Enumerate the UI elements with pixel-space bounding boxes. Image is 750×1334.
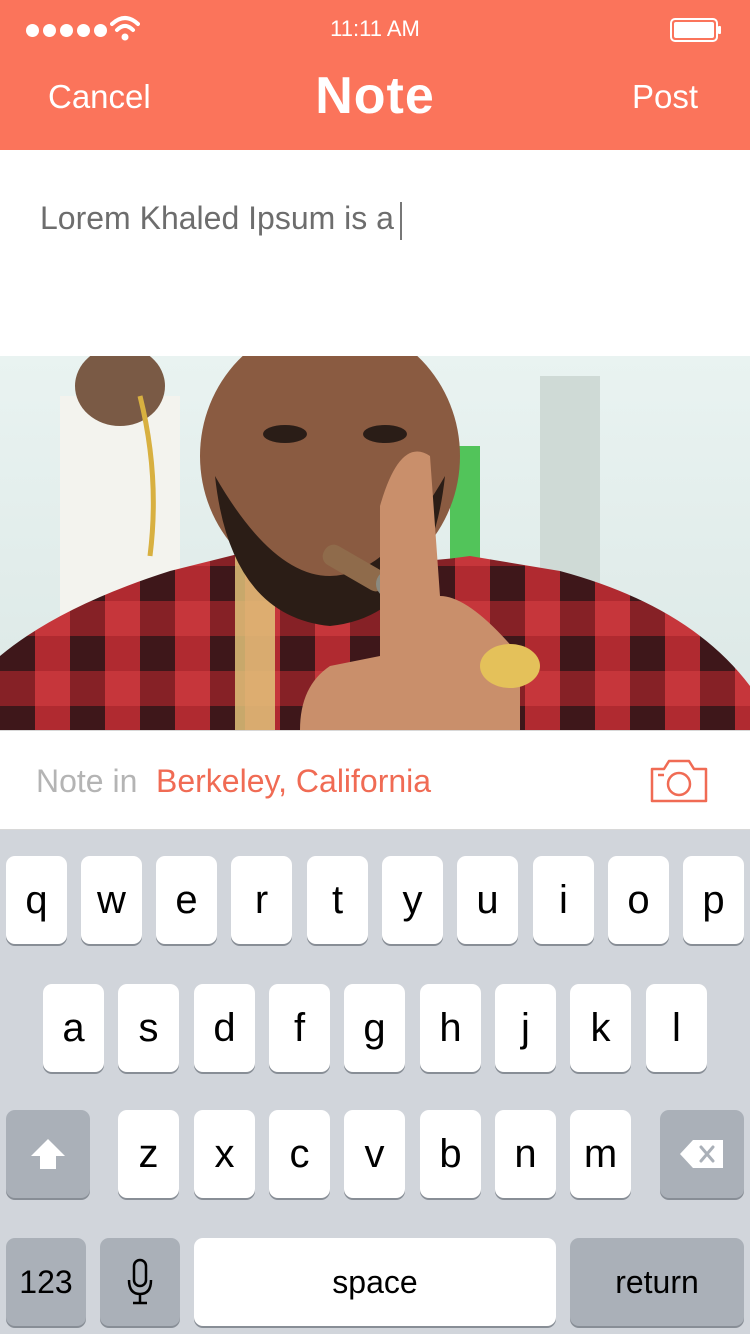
post-button[interactable]: Post [632,78,698,116]
app-header: 11:11 AM Cancel Note Post [0,0,750,150]
key-b[interactable]: b [420,1110,481,1198]
key-k[interactable]: k [570,984,631,1072]
key-e[interactable]: e [156,856,217,944]
key-x[interactable]: x [194,1110,255,1198]
status-time: 11:11 AM [330,16,420,41]
delete-key[interactable] [660,1110,744,1198]
location-prefix: Note in [36,763,138,799]
key-s[interactable]: s [118,984,179,1072]
key-i[interactable]: i [533,856,594,944]
note-text-value: Lorem Khaled Ipsum is a [40,200,394,236]
keyboard: q w e r t y u i o p a s d f g h j k l z … [0,830,750,1334]
return-key[interactable]: return [570,1238,744,1326]
microphone-key[interactable] [100,1238,180,1326]
attached-photo [0,356,750,730]
key-t[interactable]: t [307,856,368,944]
key-w[interactable]: w [81,856,142,944]
key-c[interactable]: c [269,1110,330,1198]
battery-icon [670,18,721,42]
key-o[interactable]: o [608,856,669,944]
key-m[interactable]: m [570,1110,631,1198]
status-bar: 11:11 AM [0,0,750,60]
note-text-content: Lorem Khaled Ipsum is a [40,200,402,240]
key-p[interactable]: p [683,856,744,944]
key-v[interactable]: v [344,1110,405,1198]
text-caret [399,201,402,240]
key-n[interactable]: n [495,1110,556,1198]
microphone-icon [127,1258,153,1305]
space-key[interactable]: space [194,1238,556,1326]
shift-key[interactable] [6,1110,90,1198]
key-z[interactable]: z [118,1110,179,1198]
location-link[interactable]: Berkeley, California [156,763,431,800]
key-g[interactable]: g [344,984,405,1072]
camera-icon[interactable] [650,757,708,803]
note-text-field[interactable] [0,150,750,356]
shift-icon [31,1139,65,1169]
key-q[interactable]: q [6,856,67,944]
key-y[interactable]: y [382,856,443,944]
key-u[interactable]: u [457,856,518,944]
location-bar: Note in Berkeley, California [0,730,750,830]
key-a[interactable]: a [43,984,104,1072]
backspace-icon [680,1140,723,1168]
key-f[interactable]: f [269,984,330,1072]
key-j[interactable]: j [495,984,556,1072]
key-d[interactable]: d [194,984,255,1072]
key-r[interactable]: r [231,856,292,944]
key-h[interactable]: h [420,984,481,1072]
key-l[interactable]: l [646,984,707,1072]
numbers-key[interactable]: 123 [6,1238,86,1326]
